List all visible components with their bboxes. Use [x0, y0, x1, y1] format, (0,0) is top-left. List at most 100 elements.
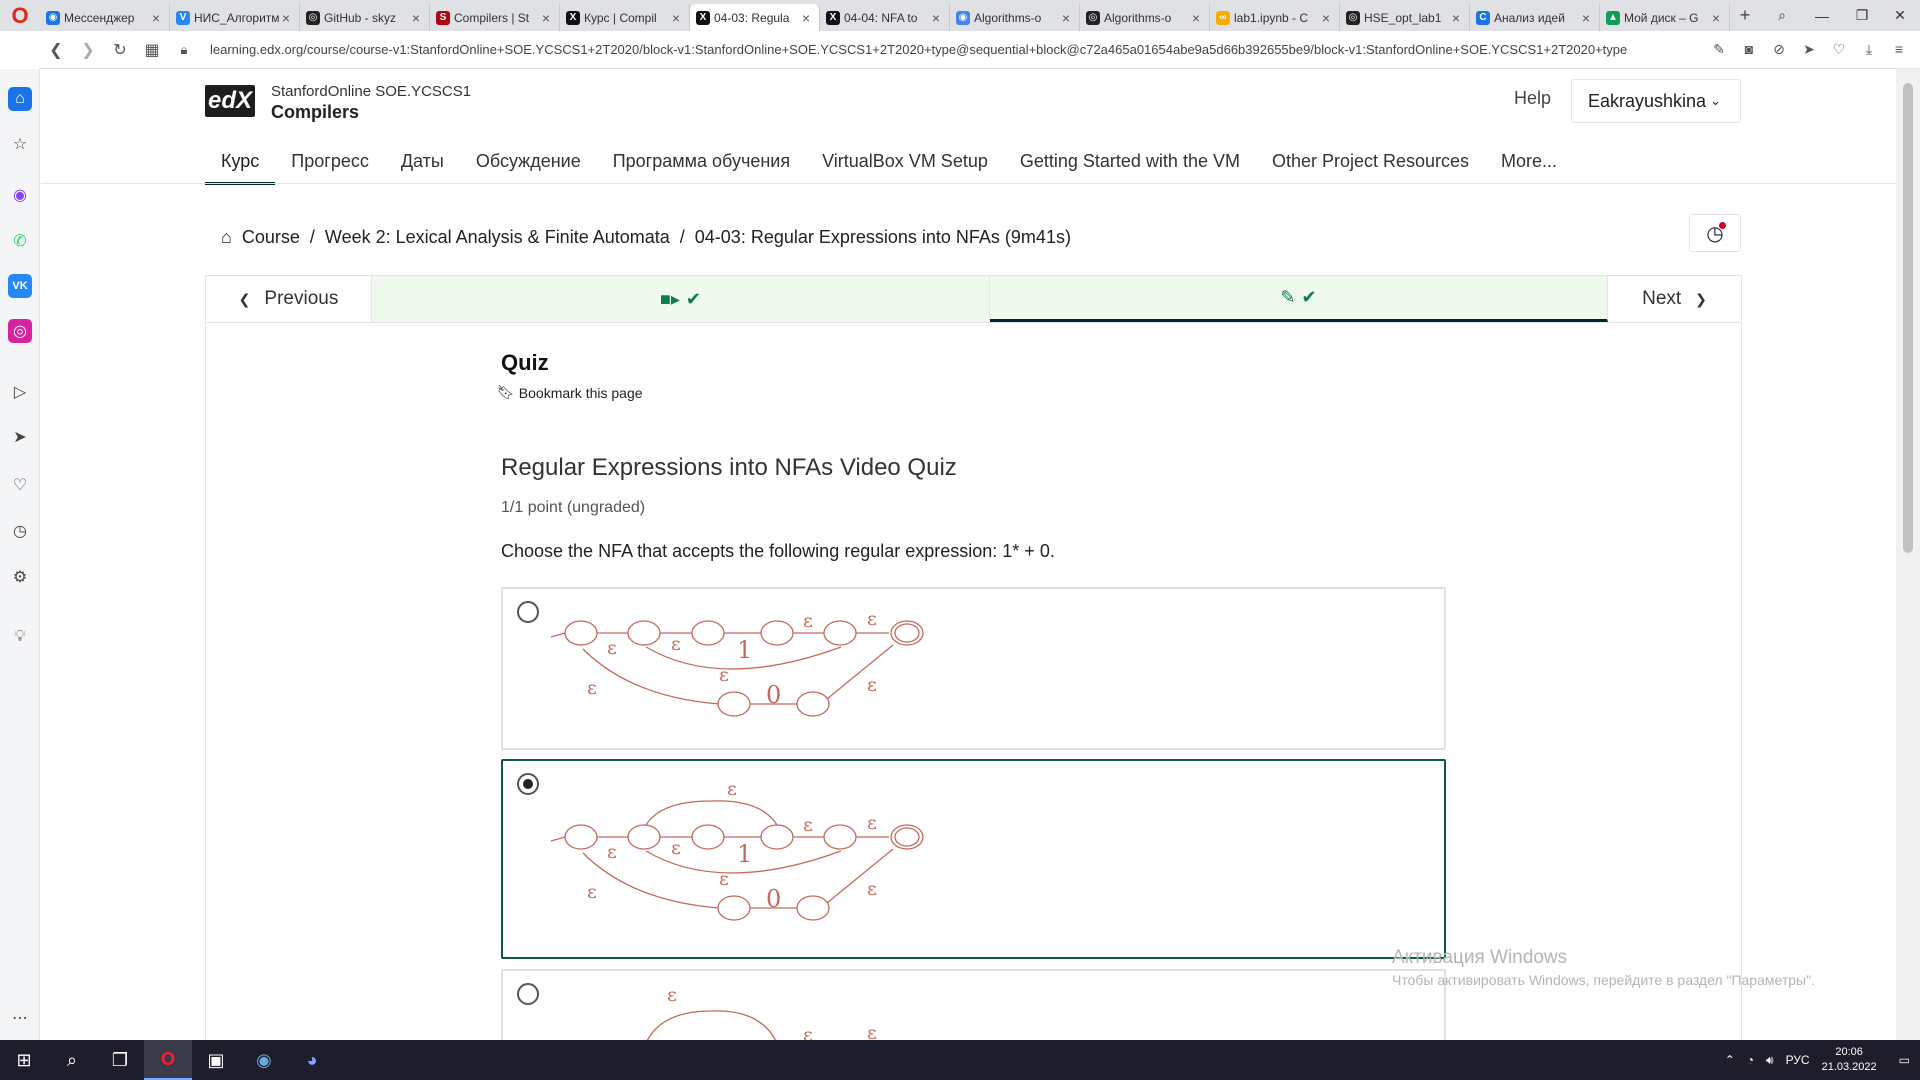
sequence-unit-video[interactable]: ■▸ ✔	[372, 276, 990, 322]
adblock-icon[interactable]: ⊘	[1768, 41, 1790, 58]
aria-icon[interactable]: ☆	[8, 132, 32, 156]
breadcrumb: ⌂ Course / Week 2: Lexical Analysis & Fi…	[221, 227, 1071, 248]
browser-tab[interactable]: ◎ GitHub - skyz ×	[300, 4, 430, 31]
back-button[interactable]: ❮	[40, 34, 72, 66]
bookmark-button[interactable]: 🔖︎ Bookmark this page	[497, 384, 643, 401]
browser-tab[interactable]: ▲ Мой диск – G ×	[1600, 4, 1730, 31]
choice-radio-2[interactable]	[517, 773, 539, 795]
tab-close-icon[interactable]: ×	[799, 10, 813, 26]
tab-close-icon[interactable]: ×	[1189, 10, 1203, 26]
course-tab[interactable]: VirtualBox VM Setup	[806, 139, 1004, 185]
choice-option-3[interactable]: ε ε ε	[501, 969, 1446, 1040]
course-tab[interactable]: Программа обучения	[597, 139, 806, 185]
reload-button[interactable]: ↻	[104, 34, 136, 66]
tiles-icon[interactable]: ▦	[136, 34, 168, 66]
network-icon[interactable]: ◔	[1747, 1053, 1754, 1067]
edit-icon[interactable]: ✎	[1708, 41, 1730, 58]
player-icon[interactable]: ▷	[8, 380, 32, 404]
choice-radio-3[interactable]	[517, 983, 539, 1005]
taskbar-discord-icon[interactable]: ◕	[288, 1040, 336, 1080]
browser-tab[interactable]: C Анализ идей ×	[1470, 4, 1600, 31]
browser-tab[interactable]: ◉ Algorithms-o ×	[950, 4, 1080, 31]
opera-logo-icon[interactable]: O	[0, 0, 40, 31]
camera-icon[interactable]: ◙	[1738, 41, 1760, 58]
browser-tab[interactable]: ◉ Мессенджер ×	[40, 4, 170, 31]
taskbar-app-icon[interactable]: ▣	[192, 1040, 240, 1080]
tab-close-icon[interactable]: ×	[149, 10, 163, 26]
send-icon[interactable]: ➤	[1798, 41, 1820, 58]
tab-close-icon[interactable]: ×	[929, 10, 943, 26]
tab-close-icon[interactable]: ×	[1709, 10, 1723, 26]
volume-icon[interactable]: 🔊︎	[1766, 1053, 1774, 1068]
choice-option-1[interactable]: ε ε 1 ε ε ε ε 0 ε	[501, 587, 1446, 750]
course-tab[interactable]: Other Project Resources	[1256, 139, 1485, 185]
browser-tab[interactable]: ∞ lab1.ipynb - C ×	[1210, 4, 1340, 31]
tab-close-icon[interactable]: ×	[279, 10, 293, 26]
language-indicator[interactable]: РУС	[1786, 1053, 1810, 1067]
tab-close-icon[interactable]: ×	[1579, 10, 1593, 26]
browser-tab[interactable]: S Compilers | St ×	[430, 4, 560, 31]
search-tabs-icon[interactable]: ⌕	[1760, 0, 1804, 31]
whatsapp-icon[interactable]: ✆	[8, 229, 32, 253]
tab-close-icon[interactable]: ×	[1059, 10, 1073, 26]
previous-button[interactable]: ❮ Previous	[206, 276, 372, 322]
settings-gear-icon[interactable]: ⚙	[8, 565, 32, 589]
tray-chevron-icon[interactable]: ⌃	[1725, 1053, 1735, 1067]
close-window-button[interactable]: ✕	[1878, 0, 1920, 31]
forward-button[interactable]: ❯	[72, 34, 104, 66]
course-tab[interactable]: Getting Started with the VM	[1004, 139, 1256, 185]
browser-tab[interactable]: X 04-04: NFA to ×	[820, 4, 950, 31]
taskbar-clock[interactable]: 20:06 21.03.2022	[1822, 1045, 1877, 1075]
help-link[interactable]: Help	[1514, 88, 1551, 109]
vk-icon[interactable]: VK	[8, 274, 32, 298]
task-view-icon[interactable]: ❐	[96, 1040, 144, 1080]
nfa-accept-inner	[894, 827, 920, 847]
course-tab[interactable]: Обсуждение	[460, 139, 597, 185]
tab-close-icon[interactable]: ×	[669, 10, 683, 26]
minimize-button[interactable]: —	[1800, 0, 1844, 31]
next-button[interactable]: Next ❯	[1608, 276, 1741, 322]
tab-close-icon[interactable]: ×	[409, 10, 423, 26]
scrollbar-thumb[interactable]	[1903, 83, 1913, 553]
windows-start-icon[interactable]: ⊞	[0, 1040, 48, 1080]
choice-option-2[interactable]: ε ε ε 1 ε ε ε ε 0 ε	[501, 759, 1446, 959]
more-dots-icon[interactable]: ⋯	[8, 1006, 32, 1030]
url-field[interactable]: learning.edx.org/course/course-v1:Stanfo…	[200, 42, 1708, 57]
instagram-icon[interactable]: ◎	[8, 319, 32, 343]
edx-logo[interactable]: edX	[205, 85, 255, 117]
messenger-icon[interactable]: ◉	[8, 183, 32, 207]
new-tab-button[interactable]: +	[1730, 5, 1760, 26]
tab-close-icon[interactable]: ×	[539, 10, 553, 26]
lightbulb-icon[interactable]: 💡︎	[8, 625, 32, 649]
page-scrollbar[interactable]	[1896, 69, 1920, 1040]
heart-icon[interactable]: ♡	[1828, 41, 1850, 58]
taskbar-opera-icon[interactable]: O	[144, 1040, 192, 1080]
breadcrumb-week[interactable]: Week 2: Lexical Analysis & Finite Automa…	[325, 227, 670, 248]
tab-close-icon[interactable]: ×	[1449, 10, 1463, 26]
course-tab[interactable]: Даты	[385, 139, 460, 185]
browser-tab[interactable]: X 04-03: Regula ×	[690, 4, 820, 31]
menu-icon[interactable]: ≡	[1888, 41, 1910, 58]
notifications-icon[interactable]: ▭	[1899, 1053, 1910, 1067]
download-icon[interactable]: ⤓	[1858, 41, 1880, 58]
browser-tab[interactable]: V НИС_Алгоритмы ×	[170, 4, 300, 31]
history-icon[interactable]: ◷	[8, 519, 32, 543]
browser-tab[interactable]: X Курс | Compil ×	[560, 4, 690, 31]
browser-tab[interactable]: ◎ HSE_opt_lab1 ×	[1340, 4, 1470, 31]
breadcrumb-course[interactable]: Course	[242, 227, 300, 248]
browser-tab[interactable]: ◎ Algorithms-o ×	[1080, 4, 1210, 31]
lock-icon[interactable]: 🔒︎	[168, 34, 200, 66]
home-icon[interactable]: ⌂	[8, 87, 32, 111]
course-tab[interactable]: Курс	[205, 139, 276, 185]
bookmarks-heart-icon[interactable]: ♡	[8, 473, 32, 497]
course-tab[interactable]: Прогресс	[275, 139, 385, 185]
tab-close-icon[interactable]: ×	[1319, 10, 1333, 26]
user-menu-button[interactable]: Eakrayushkina ⌄	[1571, 79, 1741, 123]
course-tab[interactable]: More...	[1485, 139, 1573, 185]
sequence-unit-problem[interactable]: ✎ ✔	[990, 276, 1608, 322]
taskbar-browser-icon[interactable]: ◉	[240, 1040, 288, 1080]
send-sidebar-icon[interactable]: ➤	[8, 425, 32, 449]
search-icon[interactable]: ⌕	[48, 1040, 96, 1080]
schedule-clock-button[interactable]: ◷	[1689, 214, 1741, 252]
choice-radio-1[interactable]	[517, 601, 539, 623]
